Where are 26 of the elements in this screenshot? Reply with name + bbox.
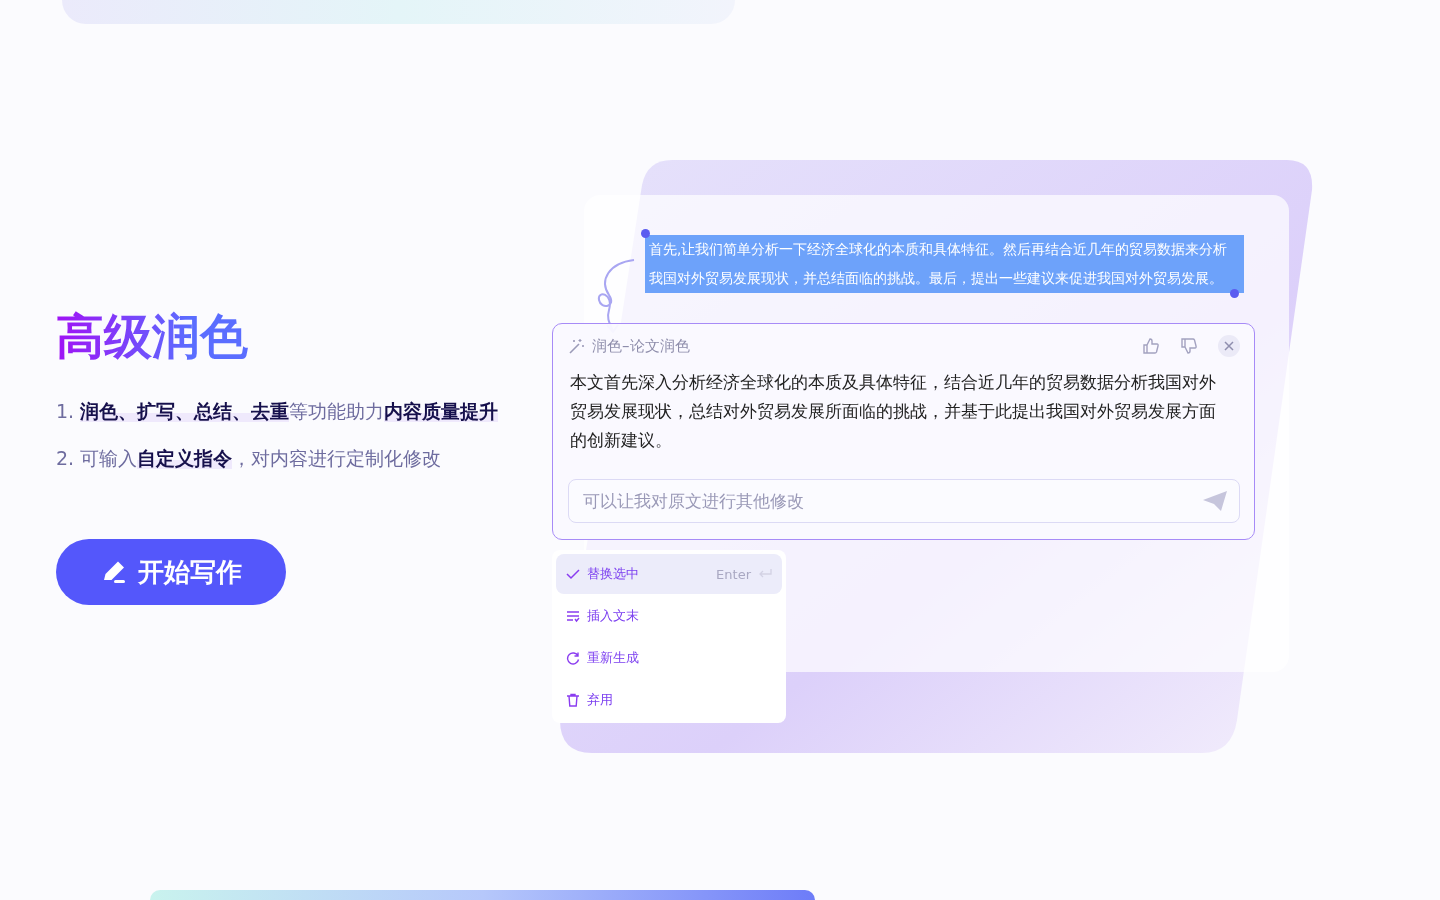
selected-text: 首先,让我们简单分析一下经济全球化的本质和具体特征。然后再结合近几年的贸易数据来分析我国对外贸易发展现状，并总结面临的挑战。最后，提出一些建议来促进我国对外贸易发展。 (645, 235, 1244, 293)
magic-wand-icon (568, 337, 586, 355)
send-icon[interactable] (1202, 490, 1228, 512)
start-writing-button[interactable]: 开始写作 (56, 539, 286, 605)
menu-item[interactable]: 重新生成 (556, 638, 782, 678)
feature-text: 润色、扩写、总结、去重等功能助力内容质量提升 (80, 399, 499, 424)
result-text: 本文首先深入分析经济全球化的本质及具体特征，结合近几年的贸易数据分析我国对外贸易发展现状，总结对外贸易发展所面临的挑战，并基于此提出我国对外贸易发展方面的创新建议。 (570, 372, 1217, 452)
menu-item[interactable]: 替换选中 Enter (556, 554, 782, 594)
check-icon (566, 567, 580, 581)
feature-text: 可输入自定义指令，对内容进行定制化修改 (80, 446, 442, 471)
thumbs-down-icon[interactable] (1180, 337, 1198, 355)
lines-icon (566, 609, 580, 623)
instruction-input[interactable]: 可以让我对原文进行其他修改 (568, 479, 1240, 523)
menu-item[interactable]: 插入文末 (556, 596, 782, 636)
trash-icon (566, 693, 580, 707)
list-number: 1. (56, 399, 75, 424)
selection-handle[interactable] (1230, 289, 1239, 298)
panel-title: 润色–论文润色 (592, 336, 690, 356)
menu-item[interactable]: 弃用 (556, 680, 782, 720)
list-number: 2. (56, 446, 75, 471)
refresh-icon (566, 651, 580, 665)
close-icon[interactable] (1218, 335, 1240, 357)
shortcut-hint: Enter (716, 566, 751, 582)
thumbs-up-icon[interactable] (1142, 337, 1160, 355)
return-arrow-icon (758, 568, 772, 580)
selection-handle[interactable] (641, 229, 650, 238)
